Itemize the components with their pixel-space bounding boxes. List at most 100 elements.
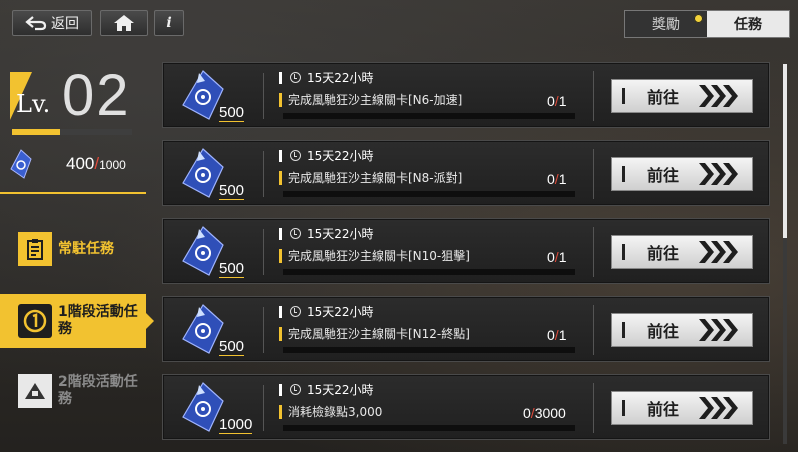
clock-icon: [290, 72, 301, 83]
time-text: 15天22小時: [307, 149, 374, 163]
task-progress-count: 0/3000: [523, 405, 566, 421]
task-description-text: 消耗檢錄點3,000: [288, 405, 383, 419]
time-text: 15天22小時: [307, 383, 374, 397]
time-remaining: 15天22小時: [279, 147, 374, 164]
task-progress-count: 0/1: [547, 327, 566, 343]
warning-triangle-icon: [18, 374, 52, 408]
chevron-right-icon: [699, 85, 739, 107]
reward-amount: 500: [219, 260, 245, 278]
progress-target: 1: [558, 249, 567, 265]
tab-tasks-label: 任務: [734, 17, 762, 33]
sidebar-item-stage-2-tasks[interactable]: 2階段活動任 務: [0, 364, 146, 418]
row-divider: [593, 305, 594, 355]
task-row: 1000 15天22小時 消耗檢錄點3,000 0/3000 前往: [162, 374, 770, 440]
clock-icon: [290, 228, 301, 239]
tab-tasks[interactable]: 任務: [707, 11, 789, 37]
go-button[interactable]: 前往: [611, 235, 753, 269]
task-row: 500 15天22小時 完成風馳狂沙主線關卡[N8-派對] 0/1 前往: [162, 140, 770, 206]
sidebar-item-label-line: 務: [58, 321, 72, 337]
scrollbar-thumb[interactable]: [783, 64, 787, 238]
row-divider: [593, 149, 594, 199]
progress-current: 0: [547, 327, 555, 343]
sidebar-item-label: 1階段活動任 務: [58, 304, 138, 338]
time-text: 15天22小時: [307, 227, 374, 241]
home-button[interactable]: [100, 10, 148, 36]
task-progress-bar: [283, 191, 575, 197]
go-button-label: 前往: [647, 88, 680, 107]
go-button-label: 前往: [647, 244, 680, 263]
back-label: 返回: [51, 16, 79, 32]
reward-amount: 1000: [219, 416, 253, 434]
notification-dot: [694, 14, 703, 23]
progress-target: 1: [558, 171, 567, 187]
button-bar: [622, 400, 625, 416]
chevron-right-icon: [699, 163, 739, 185]
progress-current: 0: [547, 171, 555, 187]
go-button[interactable]: 前往: [611, 313, 753, 347]
resource-text: 400/1000: [66, 154, 126, 174]
left-panel: Lv. 02 400/1000 常駐任務 1階段活動任 務 2階段活動任 務: [0, 44, 154, 452]
task-description: 消耗檢錄點3,000: [279, 403, 382, 420]
clock-icon: [290, 150, 301, 161]
task-description: 完成風馳狂沙主線關卡[N8-派對]: [279, 169, 462, 186]
tab-group: 獎勵 任務: [624, 10, 790, 38]
level-progress-fill: [12, 129, 60, 135]
chevron-right-icon: [699, 397, 739, 419]
go-button[interactable]: 前往: [611, 79, 753, 113]
sidebar-item-label: 2階段活動任 務: [58, 374, 138, 408]
task-description-text: 完成風馳狂沙主線關卡[N8-派對]: [288, 171, 463, 185]
time-remaining: 15天22小時: [279, 381, 374, 398]
row-divider: [263, 73, 264, 119]
level-progress-bar: [12, 129, 132, 135]
task-list[interactable]: 500 15天22小時 完成風馳狂沙主線關卡[N6-加速] 0/1 前往 500…: [160, 62, 772, 452]
accent-bar: [279, 326, 282, 341]
sidebar-item-permanent-tasks[interactable]: 常駐任務: [0, 222, 146, 276]
task-row: 500 15天22小時 完成風馳狂沙主線關卡[N6-加速] 0/1 前往: [162, 62, 770, 128]
task-description: 完成風馳狂沙主線關卡[N10-狙擊]: [279, 247, 470, 264]
info-button[interactable]: i: [154, 10, 184, 36]
progress-current: 0: [547, 249, 555, 265]
task-progress-count: 0/1: [547, 93, 566, 109]
row-divider: [593, 227, 594, 277]
row-divider: [593, 71, 594, 121]
accent-bar: [279, 71, 282, 84]
row-divider: [263, 307, 264, 353]
resource-current: 400: [66, 154, 95, 173]
task-description: 完成風馳狂沙主線關卡[N6-加速]: [279, 91, 462, 108]
go-button-label: 前往: [647, 322, 680, 341]
accent-bar: [279, 404, 282, 419]
button-bar: [622, 244, 625, 260]
back-button[interactable]: 返回: [12, 10, 92, 36]
go-button[interactable]: 前往: [611, 157, 753, 191]
row-divider: [593, 383, 594, 433]
task-description: 完成風馳狂沙主線關卡[N12-終點]: [279, 325, 470, 342]
button-bar: [622, 322, 625, 338]
row-divider: [263, 385, 264, 431]
home-icon: [114, 15, 134, 31]
task-progress-count: 0/1: [547, 171, 566, 187]
reward-amount: 500: [219, 104, 245, 122]
task-description-text: 完成風馳狂沙主線關卡[N12-終點]: [288, 327, 470, 341]
sidebar-item-label: 常駐任務: [58, 241, 114, 258]
accent-bar: [279, 227, 282, 240]
tab-rewards[interactable]: 獎勵: [625, 11, 707, 37]
clock-icon: [290, 306, 301, 317]
back-arrow-icon: [25, 16, 47, 31]
chevron-right-icon: [699, 241, 739, 263]
accent-bar: [279, 170, 282, 185]
time-remaining: 15天22小時: [279, 303, 374, 320]
progress-target: 1: [558, 327, 567, 343]
accent-bar: [279, 248, 282, 263]
level-number: 02: [62, 63, 131, 128]
accent-bar: [279, 305, 282, 318]
chevron-right-icon: [699, 319, 739, 341]
task-row: 500 15天22小時 完成風馳狂沙主線關卡[N12-終點] 0/1 前往: [162, 296, 770, 362]
go-button[interactable]: 前往: [611, 391, 753, 425]
sidebar-item-stage-1-tasks[interactable]: 1階段活動任 務: [0, 294, 154, 348]
task-row: 500 15天22小時 完成風馳狂沙主線關卡[N10-狙擊] 0/1 前往: [162, 218, 770, 284]
row-divider: [263, 229, 264, 275]
tab-rewards-label: 獎勵: [652, 17, 680, 33]
progress-current: 0: [547, 93, 555, 109]
clipboard-icon: [18, 232, 52, 266]
task-description-text: 完成風馳狂沙主線關卡[N10-狙擊]: [288, 249, 470, 263]
